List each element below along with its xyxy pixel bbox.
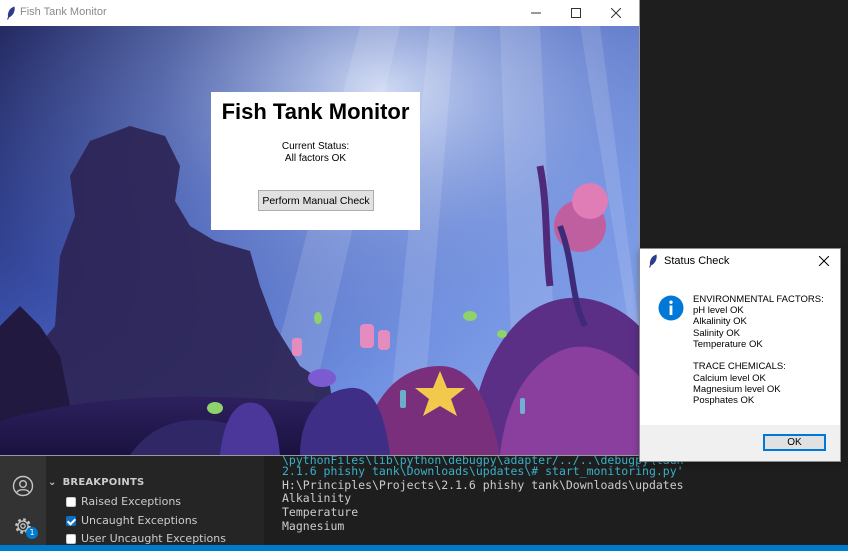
underwater-background-image bbox=[0, 26, 639, 455]
env-item: Alkalinity OK bbox=[693, 316, 747, 327]
terminal-line: H:\Principles\Projects\2.1.6 phishy tank… bbox=[282, 478, 684, 492]
dialog-footer: OK bbox=[640, 425, 840, 461]
maximize-icon bbox=[571, 8, 581, 18]
status-value: All factors OK bbox=[284, 153, 347, 164]
panel-title: Fish Tank Monitor bbox=[221, 99, 410, 124]
breakpoints-header-label: BREAKPOINTS bbox=[62, 477, 145, 488]
minimize-icon bbox=[531, 12, 541, 14]
notification-badge: 1 bbox=[26, 527, 38, 539]
status-bar bbox=[0, 545, 848, 551]
close-icon bbox=[819, 256, 829, 266]
breakpoint-user-uncaught-exceptions[interactable]: User Uncaught Exceptions bbox=[66, 532, 226, 545]
feather-icon bbox=[649, 254, 657, 268]
trace-chemicals-header: TRACE CHEMICALS: bbox=[693, 361, 786, 372]
minimize-button[interactable] bbox=[519, 0, 553, 26]
env-item: pH level OK bbox=[693, 305, 744, 316]
terminal-panel[interactable]: \pythonFiles\lib\python\debugpy\adapter/… bbox=[264, 453, 848, 551]
breakpoint-raised-exceptions[interactable]: Raised Exceptions bbox=[66, 495, 181, 508]
breakpoint-label: Uncaught Exceptions bbox=[81, 514, 198, 527]
close-button[interactable] bbox=[599, 0, 633, 26]
env-item: Temperature OK bbox=[693, 339, 763, 350]
fish-tank-monitor-window: Fish Tank Monitor Fish Tank Monitor Curr… bbox=[0, 0, 639, 455]
status-check-dialog: Status Check ENVIRONMENTAL FACTORS: pH l… bbox=[640, 249, 840, 461]
debug-sidebar: ⌄ BREAKPOINTS Raised Exceptions Uncaught … bbox=[46, 455, 264, 551]
terminal-line: Magnesium bbox=[282, 519, 345, 533]
terminal-line: Temperature bbox=[282, 505, 359, 519]
ok-button[interactable]: OK bbox=[763, 434, 826, 451]
env-factors-header: ENVIRONMENTAL FACTORS: bbox=[693, 294, 824, 305]
close-icon bbox=[611, 8, 621, 18]
perform-manual-check-button[interactable]: Perform Manual Check bbox=[258, 190, 374, 211]
terminal-line: 2.1.6 phishy tank\Downloads\updates\# st… bbox=[282, 464, 684, 478]
dialog-close-button[interactable] bbox=[816, 253, 832, 269]
trace-item: Magnesium level OK bbox=[693, 384, 781, 395]
chevron-down-icon: ⌄ bbox=[48, 477, 57, 488]
activity-bar: 1 bbox=[0, 455, 46, 551]
window-title: Fish Tank Monitor bbox=[20, 6, 107, 18]
uncaught-exceptions-checkbox[interactable] bbox=[66, 515, 76, 526]
dialog-title: Status Check bbox=[664, 255, 730, 267]
terminal-line: Alkalinity bbox=[282, 491, 352, 505]
info-icon bbox=[658, 295, 684, 321]
trace-item: Posphates OK bbox=[693, 395, 755, 406]
env-item: Salinity OK bbox=[693, 328, 740, 339]
breakpoints-section-header[interactable]: ⌄ BREAKPOINTS bbox=[48, 477, 144, 488]
breakpoint-label: User Uncaught Exceptions bbox=[81, 532, 226, 545]
trace-item: Calcium level OK bbox=[693, 373, 766, 384]
breakpoint-uncaught-exceptions[interactable]: Uncaught Exceptions bbox=[66, 514, 197, 527]
dialog-title-bar[interactable]: Status Check bbox=[640, 249, 840, 273]
status-label: Current Status: bbox=[281, 141, 350, 152]
user-uncaught-exceptions-checkbox[interactable] bbox=[66, 533, 76, 544]
reef-illustration bbox=[0, 26, 639, 455]
breakpoint-label: Raised Exceptions bbox=[81, 495, 182, 508]
title-bar[interactable]: Fish Tank Monitor bbox=[0, 0, 639, 26]
raised-exceptions-checkbox[interactable] bbox=[66, 496, 76, 507]
feather-icon bbox=[7, 6, 15, 20]
maximize-button[interactable] bbox=[559, 0, 593, 26]
monitor-panel: Fish Tank Monitor Current Status: All fa… bbox=[211, 92, 420, 230]
account-icon[interactable] bbox=[12, 475, 34, 497]
